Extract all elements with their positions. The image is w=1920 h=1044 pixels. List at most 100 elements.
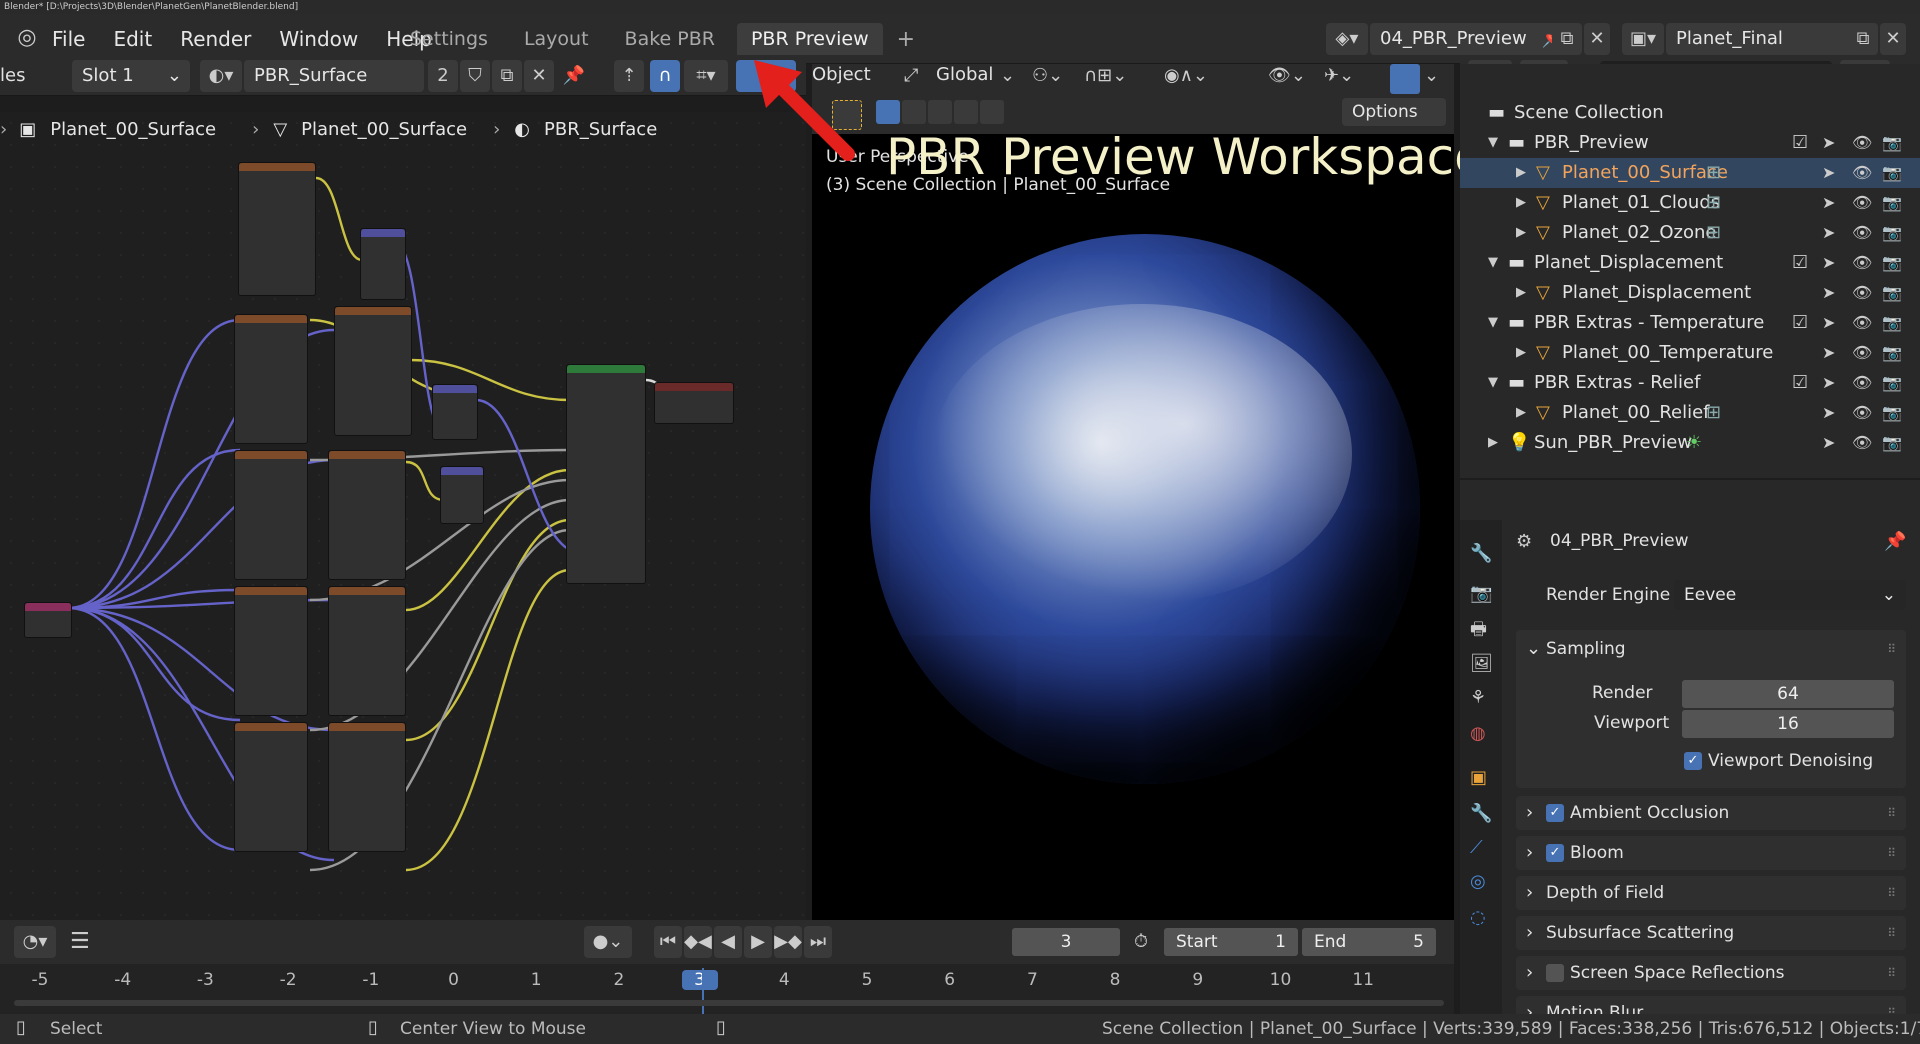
duplicate-material-icon[interactable]: ⧉: [492, 60, 522, 92]
tool-tab-icon[interactable]: 🔧: [1470, 544, 1492, 564]
tab-pbr-preview[interactable]: PBR Preview: [736, 23, 883, 55]
overlays-toggle-icon[interactable]: [1390, 64, 1420, 94]
properties-pin-icon[interactable]: 📌: [1884, 532, 1906, 552]
start-frame-field[interactable]: Start 1: [1164, 928, 1298, 956]
output-tab-icon[interactable]: 🖶: [1470, 620, 1487, 640]
material-output-node[interactable]: [654, 382, 734, 424]
expand-chevron-icon[interactable]: ▶: [1516, 343, 1526, 363]
menu-window[interactable]: Window: [279, 27, 358, 51]
image-texture-node[interactable]: [234, 314, 308, 444]
select-box-extend-icon[interactable]: [902, 100, 926, 124]
view-layer-field[interactable]: Planet_Final: [1666, 23, 1862, 55]
view-layer-tab-icon[interactable]: 🖼: [1470, 654, 1493, 674]
timeline-menu-icon[interactable]: ☰: [70, 931, 90, 953]
image-texture-node[interactable]: [334, 306, 412, 436]
panel-chevron-icon[interactable]: ›: [1526, 918, 1533, 948]
select-box-new-icon[interactable]: [876, 100, 900, 124]
render-camera-icon[interactable]: 📷: [1882, 133, 1902, 153]
add-workspace-button[interactable]: +: [891, 27, 921, 52]
render-camera-icon[interactable]: 📷: [1882, 313, 1902, 333]
blender-logo-icon[interactable]: ◎: [14, 27, 40, 49]
outliner-row[interactable]: ▶ ▽ Planet_02_Ozone ⊞ ➤ 👁 📷: [1460, 218, 1920, 248]
new-view-layer-icon[interactable]: ⧉: [1848, 23, 1878, 55]
select-box-invert-icon[interactable]: [954, 100, 978, 124]
render-panel[interactable]: › ✓ Bloom ⠿: [1516, 836, 1906, 870]
panel-chevron-icon[interactable]: ›: [1526, 798, 1533, 828]
current-frame-field[interactable]: 3: [1012, 928, 1120, 956]
new-scene-icon[interactable]: ⧉: [1552, 23, 1582, 55]
render-tab-icon[interactable]: 📷: [1470, 584, 1492, 604]
sampling-title[interactable]: Sampling: [1546, 634, 1626, 664]
render-panel[interactable]: › Screen Space Reflections ⠿: [1516, 956, 1906, 990]
visibility-eye-icon[interactable]: 👁: [1852, 373, 1872, 393]
selectable-icon[interactable]: ➤: [1822, 253, 1835, 273]
playhead[interactable]: [702, 968, 704, 1014]
selectable-icon[interactable]: ➤: [1822, 193, 1835, 213]
visibility-eye-icon[interactable]: 👁: [1852, 343, 1872, 363]
expand-chevron-icon[interactable]: ▶: [1516, 403, 1526, 423]
object-tab-icon[interactable]: ▣: [1470, 768, 1487, 788]
breadcrumb-material[interactable]: PBR_Surface: [544, 119, 657, 140]
pivot-icon[interactable]: ⚇⌄: [1032, 66, 1063, 86]
view-layer-icon[interactable]: ▣▾: [1622, 23, 1664, 55]
exclude-checkbox-icon[interactable]: ☑: [1792, 253, 1808, 273]
outliner-row[interactable]: ▼ ▬ Planet_Displacement ☑ ➤ 👁 📷: [1460, 248, 1920, 278]
expand-chevron-icon[interactable]: ▼: [1488, 373, 1498, 393]
render-engine-dropdown[interactable]: Eevee ⌄: [1674, 580, 1906, 610]
expand-chevron-icon[interactable]: ▶: [1488, 433, 1498, 453]
image-texture-node[interactable]: [234, 450, 308, 580]
menu-edit[interactable]: Edit: [113, 27, 152, 51]
render-samples-field[interactable]: 64: [1682, 680, 1894, 708]
render-camera-icon[interactable]: 📷: [1882, 283, 1902, 303]
jump-start-icon[interactable]: ⏮: [654, 926, 682, 958]
scene-selector-icon[interactable]: ◈▾: [1326, 23, 1368, 55]
expand-chevron-icon[interactable]: ▶: [1516, 283, 1526, 303]
selectable-icon[interactable]: ➤: [1822, 373, 1835, 393]
image-texture-node[interactable]: [238, 162, 316, 296]
visibility-eye-icon[interactable]: 👁: [1852, 163, 1872, 183]
gizmo-icon[interactable]: ✈⌄: [1324, 66, 1354, 86]
jump-end-icon[interactable]: ⏭: [804, 926, 832, 958]
next-keyframe-icon[interactable]: ▶◆: [774, 926, 802, 958]
exclude-checkbox-icon[interactable]: ☑: [1792, 313, 1808, 333]
tab-layout[interactable]: Layout: [510, 23, 603, 55]
snap-mode-icon[interactable]: ⌗▾: [684, 60, 728, 92]
options-dropdown[interactable]: Options: [1342, 98, 1446, 126]
modifier-icon[interactable]: ⊞: [1706, 403, 1721, 423]
uv-map-node[interactable]: [24, 602, 72, 638]
delete-scene-icon[interactable]: ✕: [1584, 23, 1610, 55]
expand-chevron-icon[interactable]: ▼: [1488, 313, 1498, 333]
render-camera-icon[interactable]: 📷: [1882, 403, 1902, 423]
viewport-denoising-checkbox[interactable]: ✓: [1684, 752, 1702, 770]
viewport-samples-field[interactable]: 16: [1682, 710, 1894, 738]
outliner-row[interactable]: ▶ ▽ Planet_00_Relief ⊞ ➤ 👁 📷: [1460, 398, 1920, 428]
menu-file[interactable]: File: [52, 27, 85, 51]
outliner-row[interactable]: ▶ ▽ Planet_01_Clouds ⊞ ➤ 👁 📷: [1460, 188, 1920, 218]
panel-enable-checkbox[interactable]: ✓: [1546, 804, 1564, 822]
play-icon[interactable]: ▶: [744, 926, 772, 958]
tab-settings[interactable]: Settings: [396, 23, 502, 55]
render-camera-icon[interactable]: 📷: [1882, 193, 1902, 213]
render-panel[interactable]: › ✓ Ambient Occlusion ⠿: [1516, 796, 1906, 830]
select-box-subtract-icon[interactable]: [928, 100, 952, 124]
image-texture-node[interactable]: [234, 722, 308, 852]
modifier-icon[interactable]: ⊞: [1706, 193, 1721, 213]
visibility-eye-icon[interactable]: 👁: [1852, 223, 1872, 243]
exclude-checkbox-icon[interactable]: ☑: [1792, 133, 1808, 153]
outliner-row[interactable]: ▶ ▽ Planet_Displacement ➤ 👁 📷: [1460, 278, 1920, 308]
overlays-chevron-icon[interactable]: ⌄: [1424, 66, 1439, 86]
render-camera-icon[interactable]: 📷: [1882, 163, 1902, 183]
prev-keyframe-icon[interactable]: ◆◀: [684, 926, 712, 958]
drag-handle-icon[interactable]: ⠿: [1887, 926, 1896, 940]
selectable-icon[interactable]: ➤: [1822, 283, 1835, 303]
visibility-eye-icon[interactable]: 👁: [1852, 133, 1872, 153]
render-camera-icon[interactable]: 📷: [1882, 343, 1902, 363]
auto-keying-icon[interactable]: ●⌄: [584, 926, 632, 958]
panel-enable-checkbox[interactable]: ✓: [1546, 844, 1564, 862]
selectable-icon[interactable]: ➤: [1822, 403, 1835, 423]
sampling-chevron-icon[interactable]: ⌄: [1526, 634, 1541, 664]
render-camera-icon[interactable]: 📷: [1882, 373, 1902, 393]
expand-chevron-icon[interactable]: ▶: [1516, 193, 1526, 213]
selectable-icon[interactable]: ➤: [1822, 133, 1835, 153]
editor-type-label[interactable]: les: [0, 61, 25, 91]
